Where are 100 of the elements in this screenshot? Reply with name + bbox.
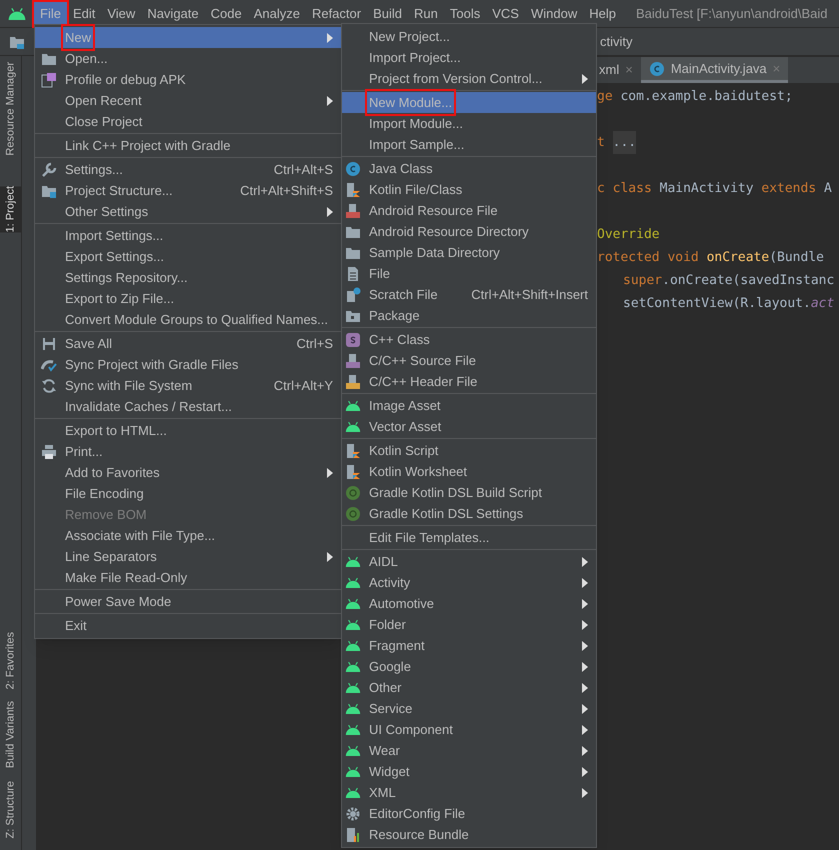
menu-item[interactable]: Activity [342,572,596,593]
menu-item[interactable]: Import Sample... [342,134,596,155]
menu-item[interactable]: C/C++ Header File [342,371,596,392]
menu-item[interactable]: Import Project... [342,47,596,68]
menu-item[interactable]: Edit File Templates... [342,527,596,548]
menu-item-label: Associate with File Type... [64,526,216,545]
menu-item-label: Import Project... [368,48,462,67]
menu-item-label: XML [368,784,397,802]
menu-item[interactable]: Package [342,305,596,326]
menu-item[interactable]: Android Resource File [342,200,596,221]
menu-item[interactable]: Line Separators [35,546,341,567]
menu-item[interactable]: Link C++ Project with Gradle [35,135,341,156]
menu-item-label: EditorConfig File [368,804,466,823]
menu-item[interactable]: Power Save Mode [35,591,341,612]
menu-bar-item[interactable]: Run [408,2,444,26]
menu-item[interactable]: Invalidate Caches / Restart... [35,396,341,417]
menu-item[interactable]: Sync with File System Ctrl+Alt+Y [35,375,341,396]
kotlin-file-icon [345,182,361,198]
menu-item[interactable]: Android Resource Directory [342,221,596,242]
menu-item[interactable]: Export to Zip File... [35,288,341,309]
menu-item[interactable]: Fragment [342,635,596,656]
menu-item[interactable]: Gradle Kotlin DSL Settings [342,503,596,524]
menu-item[interactable]: Resource Bundle [342,824,596,845]
menu-item[interactable]: C/C++ Source File [342,350,596,371]
menu-item[interactable]: Gradle Kotlin DSL Build Script [342,482,596,503]
menu-item[interactable]: Other Settings [35,201,341,222]
menu-item[interactable]: Other [342,677,596,698]
tool-window-tab[interactable]: Resource Manager [0,62,21,156]
menu-item[interactable]: Vector Asset [342,416,596,437]
menu-item[interactable]: Open Recent [35,90,341,111]
menu-bar-item[interactable]: Refactor [306,2,368,26]
menu-item[interactable]: Kotlin Script [342,440,596,461]
menu-bar-item[interactable]: Analyze [248,2,306,26]
menu-item[interactable]: Settings... Ctrl+Alt+S [35,159,341,180]
menu-item[interactable]: File Encoding [35,483,341,504]
menu-item[interactable]: File [342,263,596,284]
menu-item[interactable]: Export to HTML... [35,420,341,441]
menu-bar-item[interactable]: Window [524,2,584,26]
menu-item-label: Export to Zip File... [64,290,176,308]
menu-item[interactable]: AIDL [342,551,596,572]
menu-item[interactable]: Open... [35,48,341,69]
menu-item[interactable]: Folder [342,614,596,635]
folded-code: ... [612,131,636,154]
menu-bar-item[interactable]: Navigate [141,2,205,26]
tool-window-tab[interactable]: Build Variants [0,701,21,769]
menu-item[interactable]: Close Project [35,111,341,132]
menu-item[interactable]: Kotlin File/Class [342,179,596,200]
menu-item[interactable]: Sync Project with Gradle Files [35,354,341,375]
menu-item[interactable]: Convert Module Groups to Qualified Names... [35,309,341,330]
menu-item[interactable]: UI Component [342,719,596,740]
menu-item[interactable]: Sample Data Directory [342,242,596,263]
menu-item[interactable]: Java Class [342,158,596,179]
menu-item[interactable]: Print... [35,441,341,462]
menu-item[interactable]: Import Settings... [35,225,341,246]
menu-item[interactable]: Scratch File Ctrl+Alt+Shift+Insert [342,284,596,305]
menu-item[interactable]: XML [342,782,596,803]
menu-bar-item[interactable]: View [101,2,142,26]
tool-window-tab[interactable]: 1: Project [0,186,21,232]
tool-window-tab[interactable]: Z: Structure [0,780,21,838]
menu-item[interactable]: Profile or debug APK [35,69,341,90]
menu-bar-item[interactable]: Edit [66,2,102,26]
menu-item[interactable]: Exit [35,615,341,636]
menu-item-label: Package [368,306,421,325]
menu-bar-item[interactable]: VCS [486,2,525,26]
menu-item[interactable]: Save All Ctrl+S [35,333,341,354]
menu-item[interactable]: Image Asset [342,395,596,416]
apk-profile-icon [41,72,57,88]
menu-item-label: Make File Read-Only [64,568,188,587]
shortcut-label: Ctrl+Alt+Shift+S [240,182,333,200]
menu-item[interactable]: Make File Read-Only [35,567,341,588]
menu-item[interactable]: Project Structure... Ctrl+Alt+Shift+S [35,180,341,201]
cpp-class-icon [345,332,361,348]
code-token: Override [597,226,660,244]
tool-window-tab[interactable]: 2: Favorites [0,632,21,690]
menu-item[interactable]: Import Module... [342,113,596,134]
menu-item[interactable]: C++ Class [342,329,596,350]
menu-item[interactable]: EditorConfig File [342,803,596,824]
menu-item[interactable]: Widget [342,761,596,782]
menu-item[interactable]: Kotlin Worksheet [342,461,596,482]
menu-bar-item[interactable]: Tools [444,2,486,26]
menu-item-label: Resource Bundle [368,826,470,844]
menu-bar-item[interactable]: Help [583,2,622,26]
menu-item[interactable]: Service [342,698,596,719]
menu-item[interactable]: Associate with File Type... [35,525,341,546]
menu-item[interactable]: Wear [342,740,596,761]
menu-item[interactable]: New Project... [342,26,596,47]
android-icon [345,598,361,609]
editor-tab[interactable]: MainActivity.java × [640,57,788,83]
menu-bar-item[interactable]: Code [204,2,248,26]
menu-item[interactable]: Settings Repository... [35,267,341,288]
menu-bar-item[interactable]: Build [367,2,408,26]
menu-item[interactable]: Google [342,656,596,677]
menu-item[interactable]: Export Settings... [35,246,341,267]
menu-item[interactable]: Project from Version Control... [342,68,596,89]
menu-item[interactable]: Add to Favorites [35,462,341,483]
menu-item[interactable]: Automotive [342,593,596,614]
code-token: .onCreate(savedInstanc [662,272,834,290]
android-icon [345,703,361,714]
breadcrumb-label: ctivity [600,32,632,51]
editor-tab[interactable]: xml × [597,57,641,83]
